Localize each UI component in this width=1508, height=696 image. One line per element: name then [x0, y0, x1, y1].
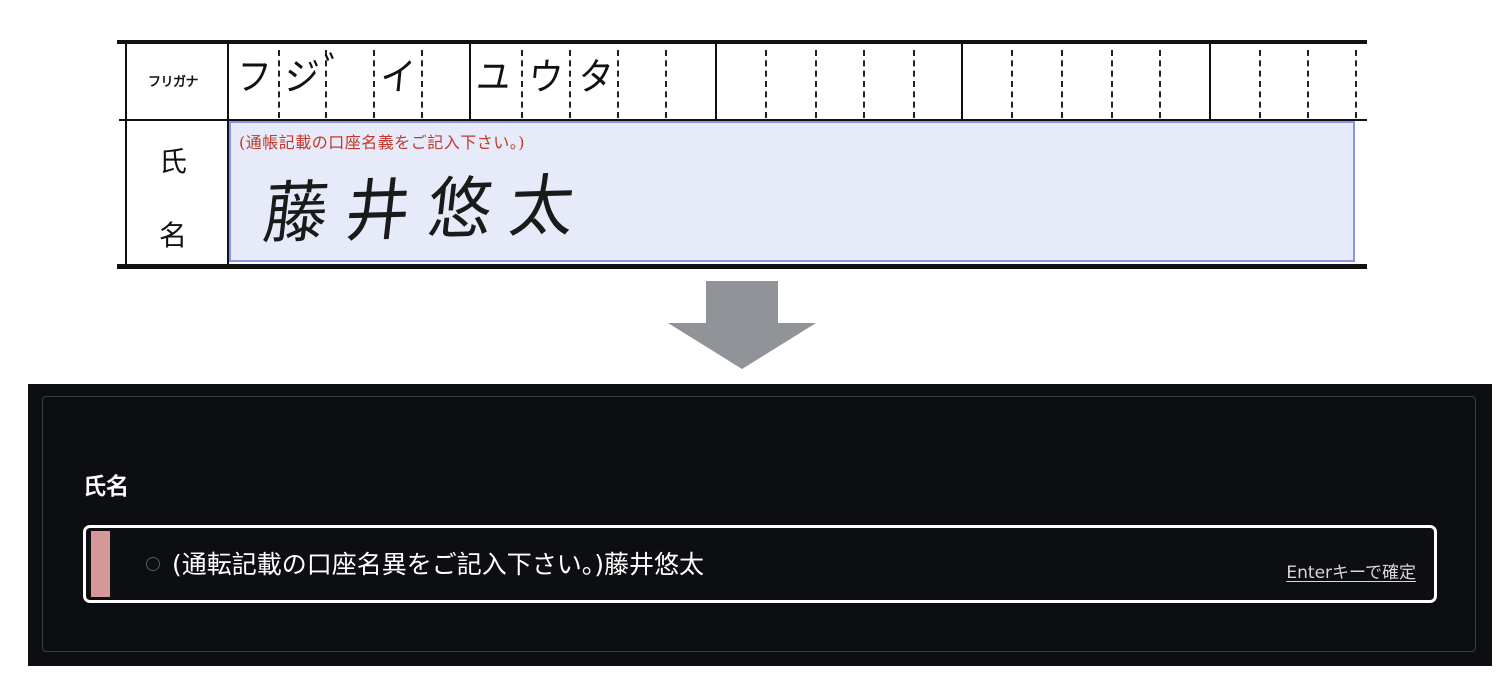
furigana-group-divider	[1209, 40, 1211, 120]
enter-confirm-link[interactable]: Enterキーで確定	[1286, 558, 1416, 583]
furigana-cell-divider	[1307, 50, 1309, 118]
name-entry-box: (通帳記載の口座名義をご記入下さい。) 藤井悠太	[229, 121, 1355, 262]
furigana-cell-divider	[1259, 50, 1261, 118]
furigana-group-divider	[469, 40, 471, 120]
furigana-group-divider	[715, 40, 717, 120]
name-label-char-1: 氏	[158, 145, 187, 178]
furigana-char: フ	[234, 55, 273, 99]
furigana-cell-divider	[1011, 50, 1013, 118]
handwritten-name: 藤井悠太	[259, 167, 597, 254]
name-hint-text: (通帳記載の口座名義をご記入下さい。)	[239, 133, 525, 152]
arrow-down-icon	[668, 281, 816, 369]
furigana-char: ウ	[526, 55, 565, 99]
form-top-border	[117, 40, 1367, 44]
furigana-cell-divider	[665, 50, 667, 118]
furigana-char: ユ	[474, 55, 513, 99]
field-accent-bar	[91, 531, 110, 597]
name-input-field[interactable]: (通転記載の口座名異をご記入下さい。)藤井悠太 Enterキーで確定	[83, 525, 1437, 603]
furigana-group-divider	[961, 40, 963, 120]
furigana-char: タ	[576, 55, 615, 99]
furigana-cell-divider	[421, 50, 423, 118]
furigana-char: ジ	[282, 55, 321, 99]
furigana-label: フリガナ	[147, 74, 199, 90]
furigana-cell-divider	[521, 50, 523, 118]
furigana-cell-divider	[1159, 50, 1161, 118]
furigana-cell-divider	[278, 50, 280, 118]
furigana-cell-divider	[1111, 50, 1113, 118]
furigana-cell-divider	[815, 50, 817, 118]
furigana-cell-divider	[765, 50, 767, 118]
furigana-cell-divider	[617, 50, 619, 118]
name-label-char-2: 名	[158, 219, 187, 252]
furigana-cell-divider	[1355, 50, 1357, 118]
circle-outline-icon	[146, 557, 160, 571]
scanned-form: フリガナ 氏 名 フ ジ ゛ イ ユ ウ タ (通帳記載の口座名義をご記入下さい…	[117, 40, 1367, 269]
field-label: 氏名	[83, 474, 129, 500]
furigana-cell-divider	[1061, 50, 1063, 118]
furigana-cell-divider	[863, 50, 865, 118]
digital-form-panel: 氏名 (通転記載の口座名異をご記入下さい。)藤井悠太 Enterキーで確定	[28, 384, 1492, 666]
field-card: 氏名 (通転記載の口座名異をご記入下さい。)藤井悠太 Enterキーで確定	[42, 396, 1476, 652]
form-bottom-border	[117, 264, 1367, 269]
field-value-text[interactable]: (通転記載の口座名異をご記入下さい。)藤井悠太	[172, 545, 704, 581]
furigana-char: ゛	[320, 49, 359, 93]
furigana-cell-divider	[569, 50, 571, 118]
furigana-cell-divider	[373, 50, 375, 118]
furigana-char: イ	[378, 55, 417, 99]
furigana-cell-divider	[913, 50, 915, 118]
